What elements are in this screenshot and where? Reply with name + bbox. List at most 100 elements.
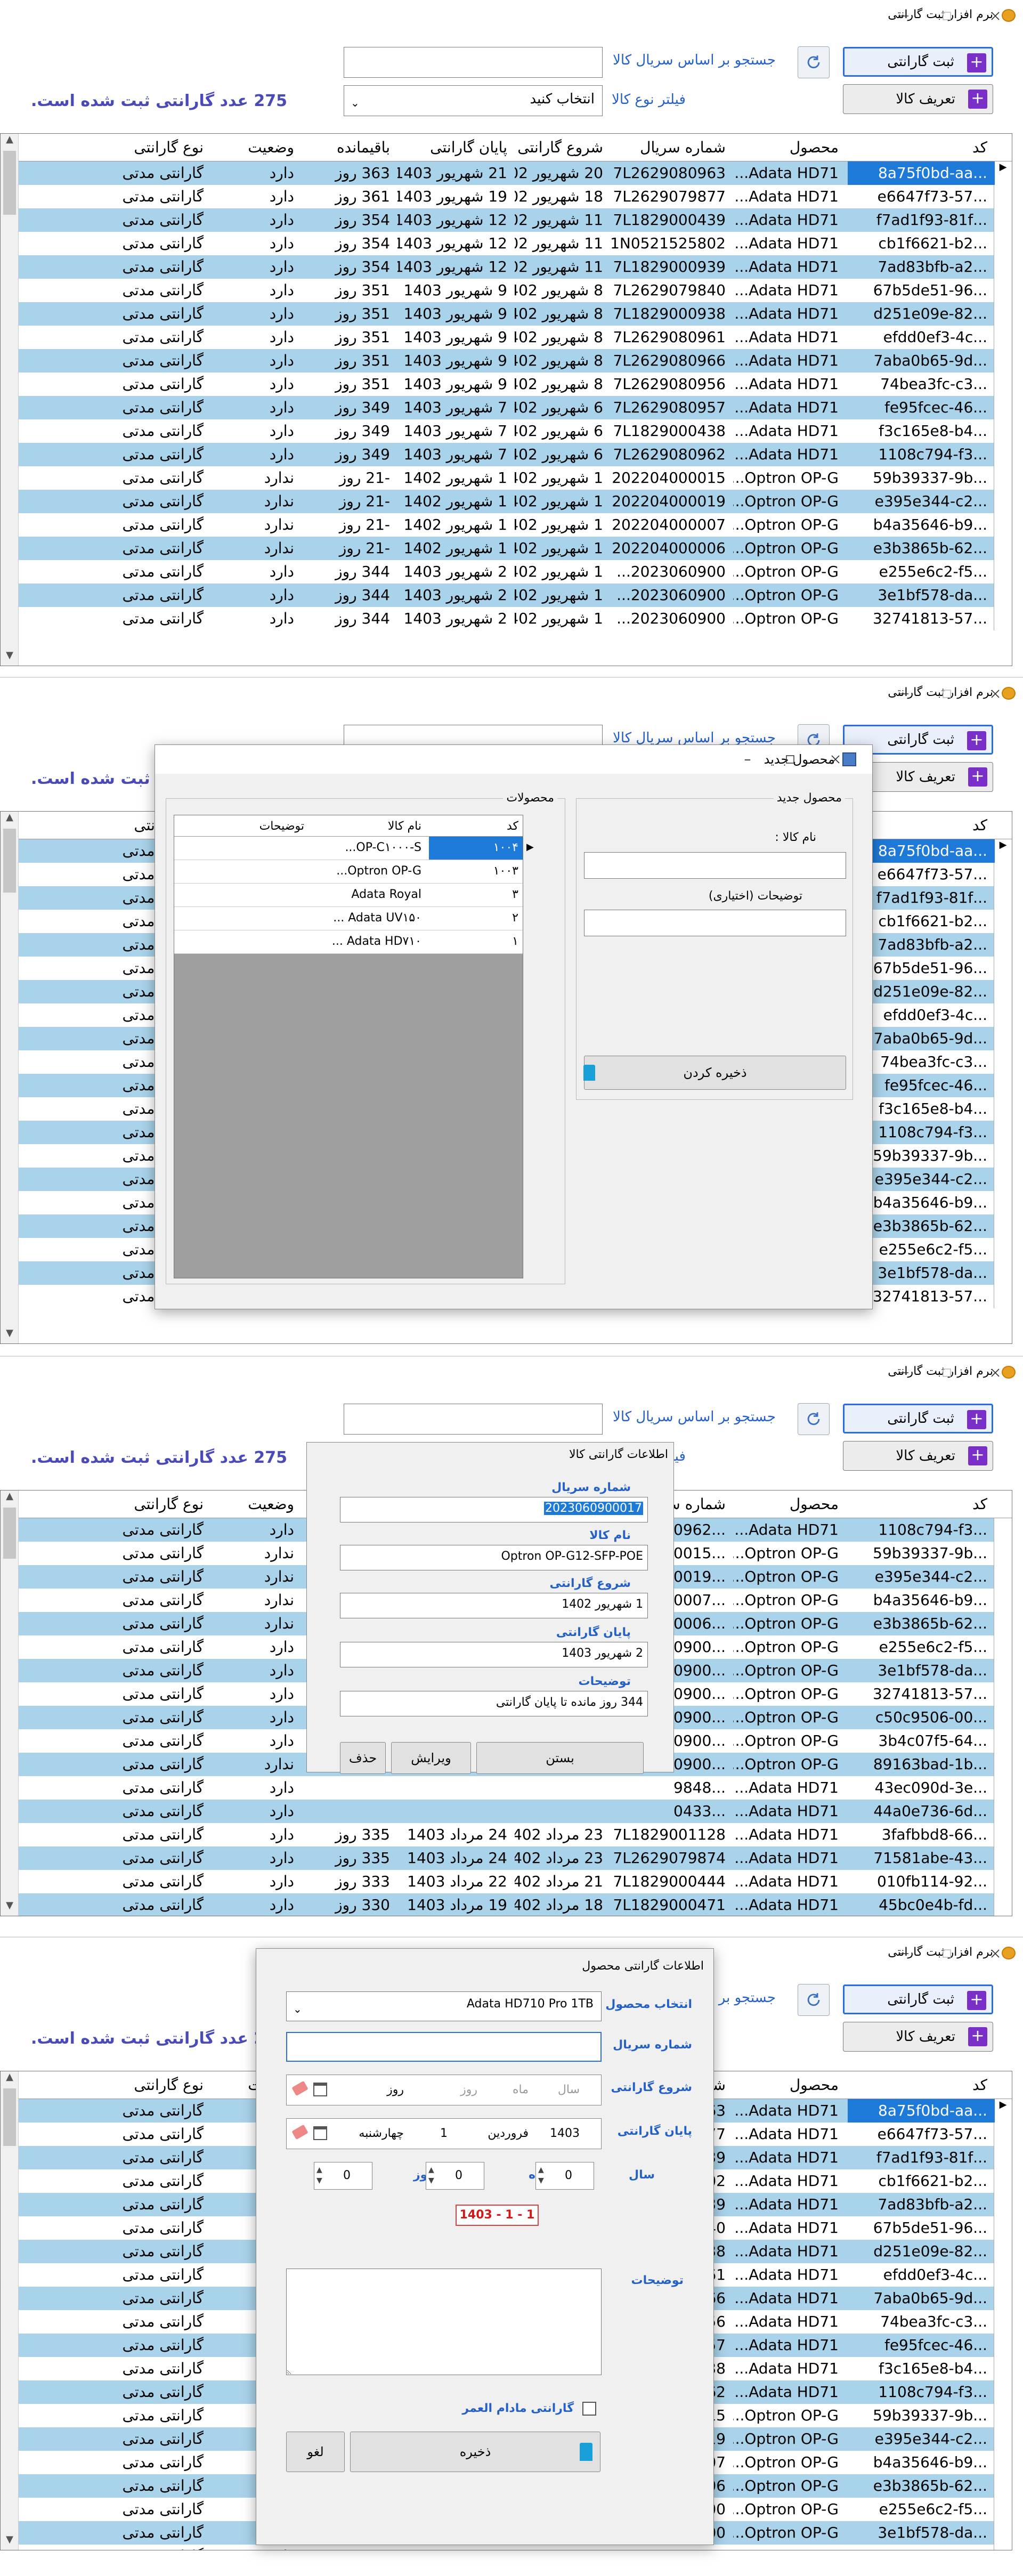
scroll-thumb[interactable]: [3, 829, 16, 893]
table-row[interactable]: ...3e1bf578-da Optron OP-G... 2023060900..…: [1, 584, 1012, 607]
table-row[interactable]: ...1108c794-f3 Adata HD71... 7L2629080962 6…: [1, 443, 1012, 466]
year-stepper[interactable]: 0 ▲ ▼: [535, 2162, 594, 2190]
define-product-button[interactable]: + تعریف کالا: [843, 2022, 993, 2052]
table-row[interactable]: ...010fb114-92 Adata HD71... 7L1829000444 2…: [1, 1870, 1012, 1893]
stepper-arrows-icon[interactable]: ▲ ▼: [538, 2165, 544, 2186]
column-header[interactable]: نوع گارانتی: [19, 2073, 211, 2101]
list-item[interactable]: ۱۰۰۳ Optron OP-G...: [174, 860, 523, 884]
table-row[interactable]: ▶...8a75f0bd-aa Adata HD71... 7L2629080963…: [1, 161, 1012, 185]
column-header[interactable]: کد: [848, 136, 995, 163]
column-header[interactable]: شماره سریال: [611, 136, 733, 163]
table-row[interactable]: ...e395e344-c2 Optron OP-G... 202204000019…: [1, 490, 1012, 513]
minimize-button[interactable]: [887, 678, 921, 710]
table-row[interactable]: ...67b5de51-96 Adata HD71... 7L2629079840 8…: [1, 279, 1012, 302]
products-grid[interactable]: کد نام کالا توضیحات ۱۰۰۴ OP-C۱۰۰۰-S... ۱۰۰۳ Op…: [174, 815, 523, 1278]
column-header[interactable]: محصول: [733, 1493, 846, 1520]
column-header[interactable]: توضیحات: [176, 815, 310, 836]
edit-button[interactable]: ویرایش: [391, 1742, 471, 1774]
close-info-button[interactable]: بستن: [476, 1742, 644, 1774]
column-header[interactable]: کد: [429, 815, 523, 836]
dialog-maximize-button[interactable]: [773, 745, 807, 774]
serial-input[interactable]: [286, 2032, 602, 2062]
scroll-up-arrow[interactable]: ▲: [1, 2071, 19, 2087]
column-header[interactable]: وضعیت: [211, 136, 302, 163]
minimize-button[interactable]: [887, 1357, 921, 1389]
scroll-thumb[interactable]: [3, 2088, 16, 2146]
lifetime-checkbox[interactable]: [582, 2402, 596, 2416]
warranty-grid[interactable]: کدمحصولشماره سریالشروع گارانتیپایان گارا…: [0, 133, 1012, 666]
register-warranty-button[interactable]: + ثبت گارانتی: [843, 47, 993, 77]
select-product-combo[interactable]: Adata HD710 Pro 1TB ⌄: [286, 1991, 602, 2021]
table-row[interactable]: ...32741813-57Optron OP-G...2023060900..…: [1, 2545, 1012, 2550]
list-item[interactable]: ۳ Adata Royal: [174, 884, 523, 907]
scroll-thumb[interactable]: [3, 1508, 16, 1559]
column-header[interactable]: نام کالا: [313, 815, 427, 836]
table-row[interactable]: ...32741813-57Optron OP-G...2023060900..…: [1, 607, 1012, 630]
search-serial-input[interactable]: [344, 1404, 603, 1435]
scroll-up-arrow[interactable]: ▲: [1, 1490, 19, 1506]
minimize-button[interactable]: [887, 0, 921, 32]
column-header[interactable]: کد: [848, 2073, 995, 2101]
list-item[interactable]: ۲ Adata UV۱۵۰ ...: [174, 907, 523, 930]
scroll-down-arrow[interactable]: ▼: [1, 1327, 19, 1343]
scroll-up-arrow[interactable]: ▲: [1, 812, 19, 828]
maximize-button[interactable]: [930, 678, 964, 710]
column-header[interactable]: پایان گارانتی: [397, 136, 515, 163]
column-header[interactable]: شروع گارانتی: [515, 136, 611, 163]
table-row[interactable]: ...43ec090d-3e Adata HD71... ...9848 دارد گا…: [1, 1776, 1012, 1800]
day-stepper[interactable]: 0 ▲ ▼: [314, 2162, 372, 2190]
product-filter-select[interactable]: انتخاب کنید ⌄: [344, 85, 603, 116]
maximize-button[interactable]: [930, 1357, 964, 1389]
list-item[interactable]: ۱ Adata HD۷۱۰ ...: [174, 930, 523, 954]
cancel-button[interactable]: لغو: [286, 2432, 345, 2472]
month-stepper[interactable]: 0 ▲ ▼: [426, 2162, 484, 2190]
start-date-picker[interactable]: سال ماه روز روز: [286, 2075, 602, 2105]
scroll-down-arrow[interactable]: ▼: [1, 1900, 19, 1916]
serial-field[interactable]: 2023060900017: [340, 1497, 648, 1522]
table-row[interactable]: ...7ad83bfb-a2 Adata HD71... 7L1829000939 1…: [1, 255, 1012, 279]
column-header[interactable]: محصول: [733, 2073, 846, 2101]
close-button[interactable]: [978, 678, 1012, 710]
table-row[interactable]: ...f7ad1f93-81f Adata HD71... 7L1829000439…: [1, 208, 1012, 232]
minimize-button[interactable]: [887, 1938, 921, 1970]
define-product-button[interactable]: + تعریف کالا: [843, 84, 993, 114]
delete-button[interactable]: حذف: [340, 1742, 386, 1774]
close-button[interactable]: [978, 0, 1012, 32]
table-row[interactable]: ...cb1f6621-b2 Adata HD71... 1N0521525802 1…: [1, 232, 1012, 255]
scroll-down-arrow[interactable]: ▼: [1, 650, 19, 666]
table-row[interactable]: ...74bea3fc-c3 Adata HD71... 7L2629080956 8…: [1, 372, 1012, 396]
grid-scrollbar[interactable]: ▲ ▼: [1, 2071, 19, 2550]
table-row[interactable]: ...7aba0b65-9d Adata HD71... 7L2629080966 8…: [1, 349, 1012, 372]
scroll-up-arrow[interactable]: ▲: [1, 134, 19, 150]
save-warranty-button[interactable]: ذخیره: [350, 2432, 600, 2472]
dialog-close-button[interactable]: [818, 745, 852, 774]
search-serial-input[interactable]: [344, 47, 603, 78]
table-row[interactable]: ...b4a35646-b9 Optron OP-G... 202204000007…: [1, 513, 1012, 537]
maximize-button[interactable]: [930, 0, 964, 32]
column-header[interactable]: نوع گارانتی: [19, 1493, 211, 1520]
table-row[interactable]: ...59b39337-9b Optron OP-G... 202204000015…: [1, 466, 1012, 490]
table-row[interactable]: ...f3c165e8-b4 Adata HD71... 7L1829000438 6…: [1, 419, 1012, 443]
list-item[interactable]: ۱۰۰۴ OP-C۱۰۰۰-S...: [174, 837, 523, 860]
grid-scrollbar[interactable]: ▲ ▼: [1, 1490, 19, 1916]
product-desc-input[interactable]: [584, 910, 846, 936]
table-row[interactable]: ...44a0e736-6d Adata HD71... ...0433 دارد گا…: [1, 1800, 1012, 1823]
column-header[interactable]: محصول: [733, 136, 846, 163]
column-header[interactable]: کد: [848, 1493, 995, 1520]
table-row[interactable]: ...e255e6c2-f5 Optron OP-G... 2023060900..…: [1, 560, 1012, 584]
grid-scrollbar[interactable]: ▲ ▼: [1, 812, 19, 1343]
table-row[interactable]: ...d251e09e-82 Adata HD71... 7L1829000938 8…: [1, 302, 1012, 326]
register-warranty-button[interactable]: + ثبت گارانتی: [843, 1984, 993, 2014]
table-row[interactable]: ...e6647f73-57 Adata HD71... 7L2629079877 1…: [1, 185, 1012, 208]
table-row[interactable]: ...45bc0e4b-fd Adata HD71... 7L1829000471 1…: [1, 1893, 1012, 1916]
eraser-icon[interactable]: [291, 2124, 308, 2140]
refresh-button[interactable]: [798, 46, 830, 78]
table-row[interactable]: ...fe95fcec-46 Adata HD71... 7L2629080957 6…: [1, 396, 1012, 419]
column-header[interactable]: وضعیت: [211, 1493, 302, 1520]
table-row[interactable]: ...efdd0ef3-4c Adata HD71... 7L2629080961 8…: [1, 326, 1012, 349]
column-header[interactable]: باقیمانده: [302, 136, 397, 163]
close-button[interactable]: [978, 1938, 1012, 1970]
register-warranty-button[interactable]: + ثبت گارانتی: [843, 1404, 993, 1433]
close-button[interactable]: [978, 1357, 1012, 1389]
stepper-arrows-icon[interactable]: ▲ ▼: [428, 2165, 434, 2186]
